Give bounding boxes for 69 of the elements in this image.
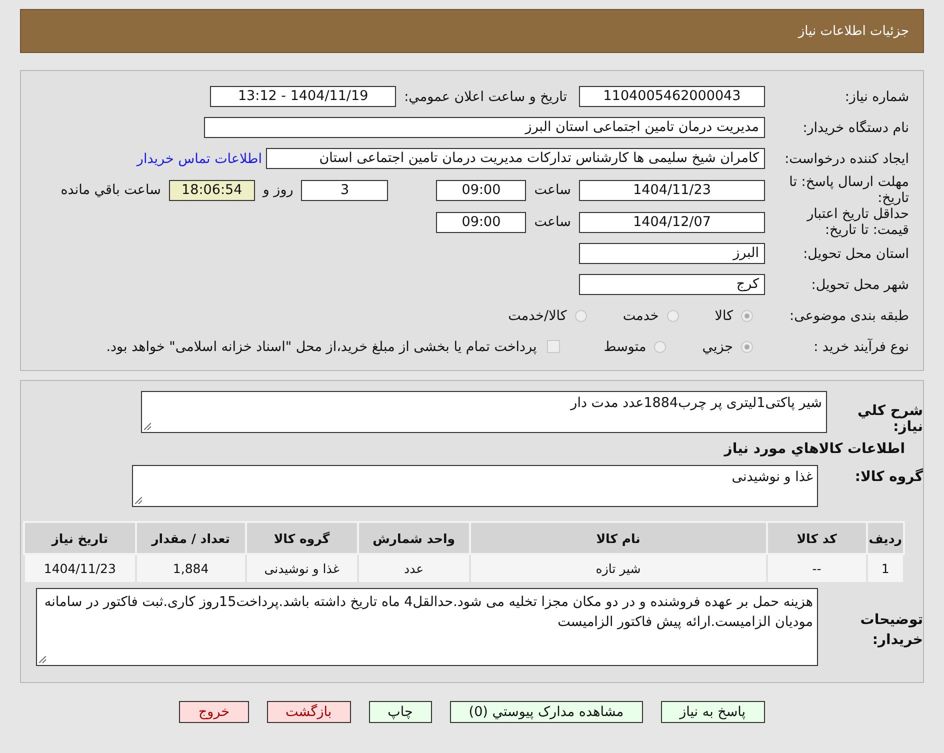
table-cell: عدد <box>358 554 470 583</box>
description-textarea[interactable]: شیر پاکتی1لیتری پر چرب1884عدد مدت دار <box>141 391 827 433</box>
checkbox[interactable] <box>546 340 560 353</box>
section-title: اطلاعات کالاهاي مورد نياز <box>722 441 906 457</box>
action-button[interactable]: پاسخ به نياز <box>660 701 765 723</box>
action-button[interactable]: چاپ <box>368 701 432 723</box>
province-field: البرز <box>579 243 765 264</box>
table-cell: 1 <box>866 554 904 583</box>
field-label: نوع فرآیند خرید : <box>812 338 909 354</box>
field-label: ساعت <box>534 214 571 230</box>
field-label: طبقه بندی موضوعی: <box>788 308 909 324</box>
action-button[interactable]: بازگشت <box>266 701 351 723</box>
buyer-contact-link[interactable]: اطلاعات تماس خريدار <box>136 150 262 166</box>
buyer-org-field: مدیریت درمان تامین اجتماعی استان البرز <box>204 117 765 138</box>
radio-label: خدمت <box>622 308 659 324</box>
field-label: تاریخ و ساعت اعلان عمومي: <box>404 88 567 104</box>
radio-button[interactable] <box>574 310 587 322</box>
field-label: نام دستگاه خریدار: <box>802 120 909 136</box>
notes-textarea[interactable]: هزینه حمل بر عهده فروشنده و در دو مکان مجزا تخلیه می شود.حدالقل4 ماه تاریخ داشته باشد.پرداخت15روز کاری.ثبت فاکتور در سامانه مودیان الزامیست.ارائه پیش فاکتور الزامیست <box>36 588 818 666</box>
radio-label: کالا/خدمت <box>508 308 567 324</box>
column-header: کد کالا <box>766 522 867 554</box>
table-cell: شير تازه <box>470 554 767 583</box>
city-field: کرج <box>579 274 765 295</box>
announce-date-field: 1404/11/19 - 13:12 <box>210 86 396 107</box>
radio-label: کالا <box>714 308 733 324</box>
field-label: ساعت باقي مانده <box>60 182 161 198</box>
radio-label: جزيي <box>702 338 733 354</box>
table-cell: 1404/11/23 <box>24 554 136 583</box>
resize-grip-icon[interactable] <box>135 497 142 504</box>
field-label: شهر محل تحویل: <box>810 276 909 292</box>
resize-grip-icon[interactable] <box>144 423 151 430</box>
resize-grip-icon[interactable] <box>39 656 46 663</box>
column-header: نام کالا <box>470 522 767 554</box>
field-label: ایجاد کننده درخواست: <box>784 150 909 166</box>
field-label: روز و <box>262 182 294 198</box>
field-label: ساعت <box>534 182 571 198</box>
column-header: رديف <box>866 522 904 554</box>
radio-label: متوسط <box>604 338 646 354</box>
days-field: 3 <box>301 180 388 200</box>
radio-button[interactable] <box>654 340 666 352</box>
goods-group-textarea[interactable]: غذا و نوشیدنی <box>132 465 818 507</box>
radio-button[interactable] <box>741 340 753 352</box>
checkbox-label: پرداخت تمام یا بخشی از مبلغ خرید،از محل "اسناد خزانه اسلامی" خواهد بود. <box>106 338 537 354</box>
field-label: توضیحات خریدار: <box>859 611 923 650</box>
remaining-time-field: 18:06:54 <box>168 180 255 200</box>
deadline-date-field: 1404/11/23 <box>579 180 765 200</box>
page-title: جزئیات اطلاعات نیاز <box>798 24 909 38</box>
table-cell: 1,884 <box>136 554 246 583</box>
deadline-time-field: 09:00 <box>436 180 526 200</box>
field-label: شماره نیاز: <box>844 88 909 104</box>
column-header: تاریخ نیاز <box>24 522 136 554</box>
column-header: گروه کالا <box>246 522 358 554</box>
radio-button[interactable] <box>666 310 679 322</box>
need-number-field: 1104005462000043 <box>579 86 765 107</box>
column-header: واحد شمارش <box>358 522 470 554</box>
field-label: گروه کالا: <box>854 469 923 485</box>
requester-field: کامران شیخ سلیمی ها کارشناس تدارکات مدیریت درمان تامین اجتماعی استان <box>266 148 765 169</box>
validity-time-field: 09:00 <box>436 212 526 232</box>
column-header: تعداد / مقدار <box>136 522 246 554</box>
field-label: حداقل تاریخ اعتبار قیمت: تا تاریخ: <box>806 206 909 238</box>
radio-button[interactable] <box>741 310 753 322</box>
field-label: شرح کلي نياز: <box>856 403 923 435</box>
field-label: استان محل تحویل: <box>802 246 909 262</box>
validity-date-field: 1404/12/07 <box>579 212 765 232</box>
field-label: مهلت ارسال پاسخ: تا تاریخ: <box>788 174 909 206</box>
action-button[interactable]: خروج <box>179 701 248 723</box>
action-button[interactable]: مشاهده مدارک پيوستي (0) <box>450 701 643 723</box>
table-cell: -- <box>766 554 867 583</box>
table-cell: غذا و نوشیدنی <box>246 554 358 583</box>
